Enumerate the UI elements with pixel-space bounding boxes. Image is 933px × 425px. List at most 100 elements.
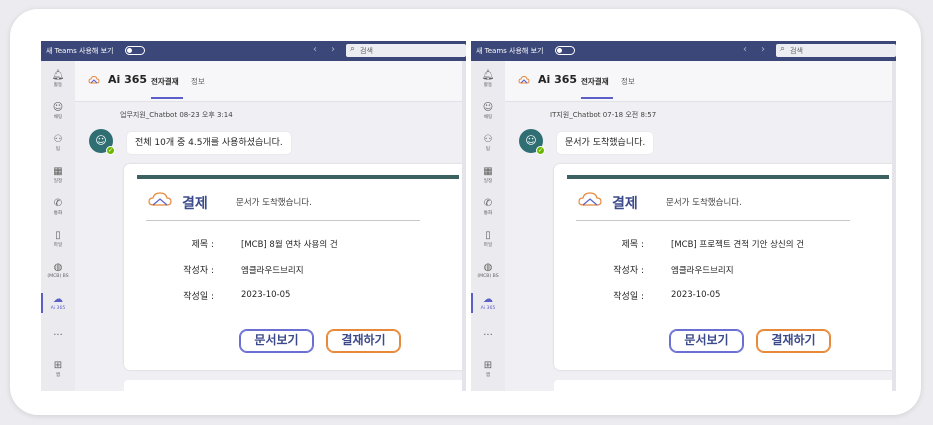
search-icon: ⌕: [350, 44, 356, 54]
rail-item-teams[interactable]: ⚇ 팀: [471, 133, 505, 152]
chat-area: 업무지원_Chatbot 08-23 오후 3:14 ☺ ✓ 전체 10개 중 …: [75, 102, 466, 391]
card-title: 결제: [182, 196, 208, 212]
rail-item-phone[interactable]: ✆ 통화: [41, 197, 75, 216]
ai365-cloud-icon: [518, 75, 530, 84]
tab-info[interactable]: 정보: [191, 76, 205, 87]
bell-icon: 🔔︎: [51, 70, 65, 81]
rail-item-globe[interactable]: ◍ (MCB) BS: [471, 261, 505, 279]
teams-icon: ⚇: [483, 134, 493, 145]
rail-item-phone[interactable]: ✆ 통화: [471, 197, 505, 216]
more-icon: ···: [483, 330, 493, 341]
tab-approval[interactable]: 전자결재: [581, 76, 609, 87]
phone-icon: ✆: [53, 198, 63, 209]
status-available-badge: ✓: [536, 146, 545, 155]
sender-name: IT지원_Chatbot: [550, 111, 601, 119]
teams-window-2: 새 Teams 사용해 보기 ‹ › ⌕ 검색 🔔︎ 활동 ☺ 채팅 ⚇ 팀 ▦ 일정 ✆ 통화 ▯…: [471, 41, 896, 391]
new-teams-toggle[interactable]: [555, 46, 575, 55]
globe-icon: ◍: [483, 262, 493, 273]
title-bar: 새 Teams 사용해 보기 ‹ › ⌕ 검색: [41, 41, 466, 61]
message-bubble: 문서가 도착했습니다.: [557, 132, 654, 154]
rail-item-cloud[interactable]: ☁ Ai 365: [471, 293, 505, 313]
rail-item-chat[interactable]: ☺ 채팅: [41, 101, 75, 120]
rail-label: 채팅: [483, 115, 493, 120]
message-timestamp: 08-23 오후 3:14: [179, 111, 233, 119]
rail-item-bell[interactable]: 🔔︎ 활동: [471, 69, 505, 88]
next-message-card: [554, 380, 896, 391]
status-available-badge: ✓: [106, 146, 115, 155]
rail-item-calendar[interactable]: ▦ 일정: [41, 165, 75, 184]
subject-value: [MCB] 8월 연차 사용의 건: [241, 240, 338, 250]
bell-icon: 🔔︎: [481, 70, 495, 81]
date-value: 2023-10-05: [671, 290, 721, 300]
app-header: Ai 365 전자결재 정보: [75, 61, 466, 102]
rail-label: (MCB) BS: [477, 274, 499, 279]
rail-item-cloud[interactable]: ☁ Ai 365: [41, 293, 75, 313]
app-rail: 🔔︎ 활동 ☺ 채팅 ⚇ 팀 ▦ 일정 ✆ 통화 ▯ 파일 ◍ (MCB) BS ☁ Ai 365 ··· ⊞ 앱: [41, 61, 75, 391]
rail-label: Ai 365: [50, 306, 66, 311]
apps-icon: ⊞: [483, 360, 493, 371]
rail-item-apps[interactable]: ⊞ 앱: [41, 359, 75, 378]
rail-item-file[interactable]: ▯ 파일: [471, 229, 505, 248]
bot-icon: ☺: [525, 134, 537, 147]
rail-item-calendar[interactable]: ▦ 일정: [471, 165, 505, 184]
search-input[interactable]: ⌕ 검색: [776, 44, 896, 57]
message-bubble: 전체 10개 중 4.5개를 사용하셨습니다.: [127, 132, 291, 154]
tab-info[interactable]: 정보: [621, 76, 635, 87]
rail-label: 일정: [53, 179, 63, 184]
rail-label: (MCB) BS: [47, 274, 69, 279]
app-header: Ai 365 전자결재 정보: [505, 61, 896, 102]
rail-item-teams[interactable]: ⚇ 팀: [41, 133, 75, 152]
scrollbar[interactable]: [462, 61, 466, 391]
file-icon: ▯: [485, 230, 491, 241]
date-label: 작성일 :: [613, 292, 644, 302]
card-divider: [576, 220, 850, 221]
new-teams-toggle[interactable]: [125, 46, 145, 55]
approve-button[interactable]: 결재하기: [756, 329, 831, 353]
author-value: 엠클라우드브리지: [671, 266, 734, 276]
message-timestamp: 07-18 오전 8:57: [602, 111, 657, 119]
rail-label: 파일: [483, 243, 493, 248]
rail-item-more[interactable]: ···: [41, 329, 75, 342]
rail-label: Ai 365: [480, 306, 496, 311]
view-document-button[interactable]: 문서보기: [669, 329, 744, 353]
approve-button[interactable]: 결재하기: [326, 329, 401, 353]
search-input[interactable]: ⌕ 검색: [346, 44, 466, 57]
active-tab-indicator: [151, 97, 183, 99]
back-button[interactable]: ‹: [743, 44, 747, 55]
rail-item-apps[interactable]: ⊞ 앱: [471, 359, 505, 378]
search-icon: ⌕: [780, 44, 786, 54]
back-button[interactable]: ‹: [313, 44, 317, 55]
rail-label: 활동: [53, 83, 63, 88]
rail-label: 팀: [55, 147, 61, 152]
rail-label: 파일: [53, 243, 63, 248]
subject-label: 제목 :: [191, 240, 214, 250]
search-placeholder: 검색: [360, 47, 373, 55]
forward-button[interactable]: ›: [761, 44, 765, 55]
date-label: 작성일 :: [183, 292, 214, 302]
scrollbar[interactable]: [892, 61, 896, 391]
bot-icon: ☺: [95, 134, 107, 147]
search-placeholder: 검색: [790, 47, 803, 55]
cloud-icon: ☁: [53, 294, 63, 305]
rail-item-globe[interactable]: ◍ (MCB) BS: [41, 261, 75, 279]
rail-label: 통화: [483, 211, 493, 216]
mcloudbridge-logo: [578, 192, 602, 206]
rail-item-more[interactable]: ···: [471, 329, 505, 342]
next-message-card: [124, 380, 466, 391]
chat-area: IT지원_Chatbot 07-18 오전 8:57 ☺ ✓ 문서가 도착했습니…: [505, 102, 896, 391]
rail-item-file[interactable]: ▯ 파일: [41, 229, 75, 248]
apps-icon: ⊞: [53, 360, 63, 371]
card-subtitle: 문서가 도착했습니다.: [236, 198, 312, 208]
forward-button[interactable]: ›: [331, 44, 335, 55]
rail-label: 앱: [485, 373, 491, 378]
view-document-button[interactable]: 문서보기: [239, 329, 314, 353]
tab-approval[interactable]: 전자결재: [151, 76, 179, 87]
rail-item-bell[interactable]: 🔔︎ 활동: [41, 69, 75, 88]
subject-value: [MCB] 프로젝트 견적 기안 상신의 건: [671, 240, 805, 250]
calendar-icon: ▦: [483, 166, 493, 177]
rail-label: 통화: [53, 211, 63, 216]
app-rail: 🔔︎ 활동 ☺ 채팅 ⚇ 팀 ▦ 일정 ✆ 통화 ▯ 파일 ◍ (MCB) BS ☁ Ai 365 ··· ⊞ 앱: [471, 61, 505, 391]
author-value: 엠클라우드브리지: [241, 266, 304, 276]
rail-item-chat[interactable]: ☺ 채팅: [471, 101, 505, 120]
app-name: Ai 365: [108, 73, 148, 86]
